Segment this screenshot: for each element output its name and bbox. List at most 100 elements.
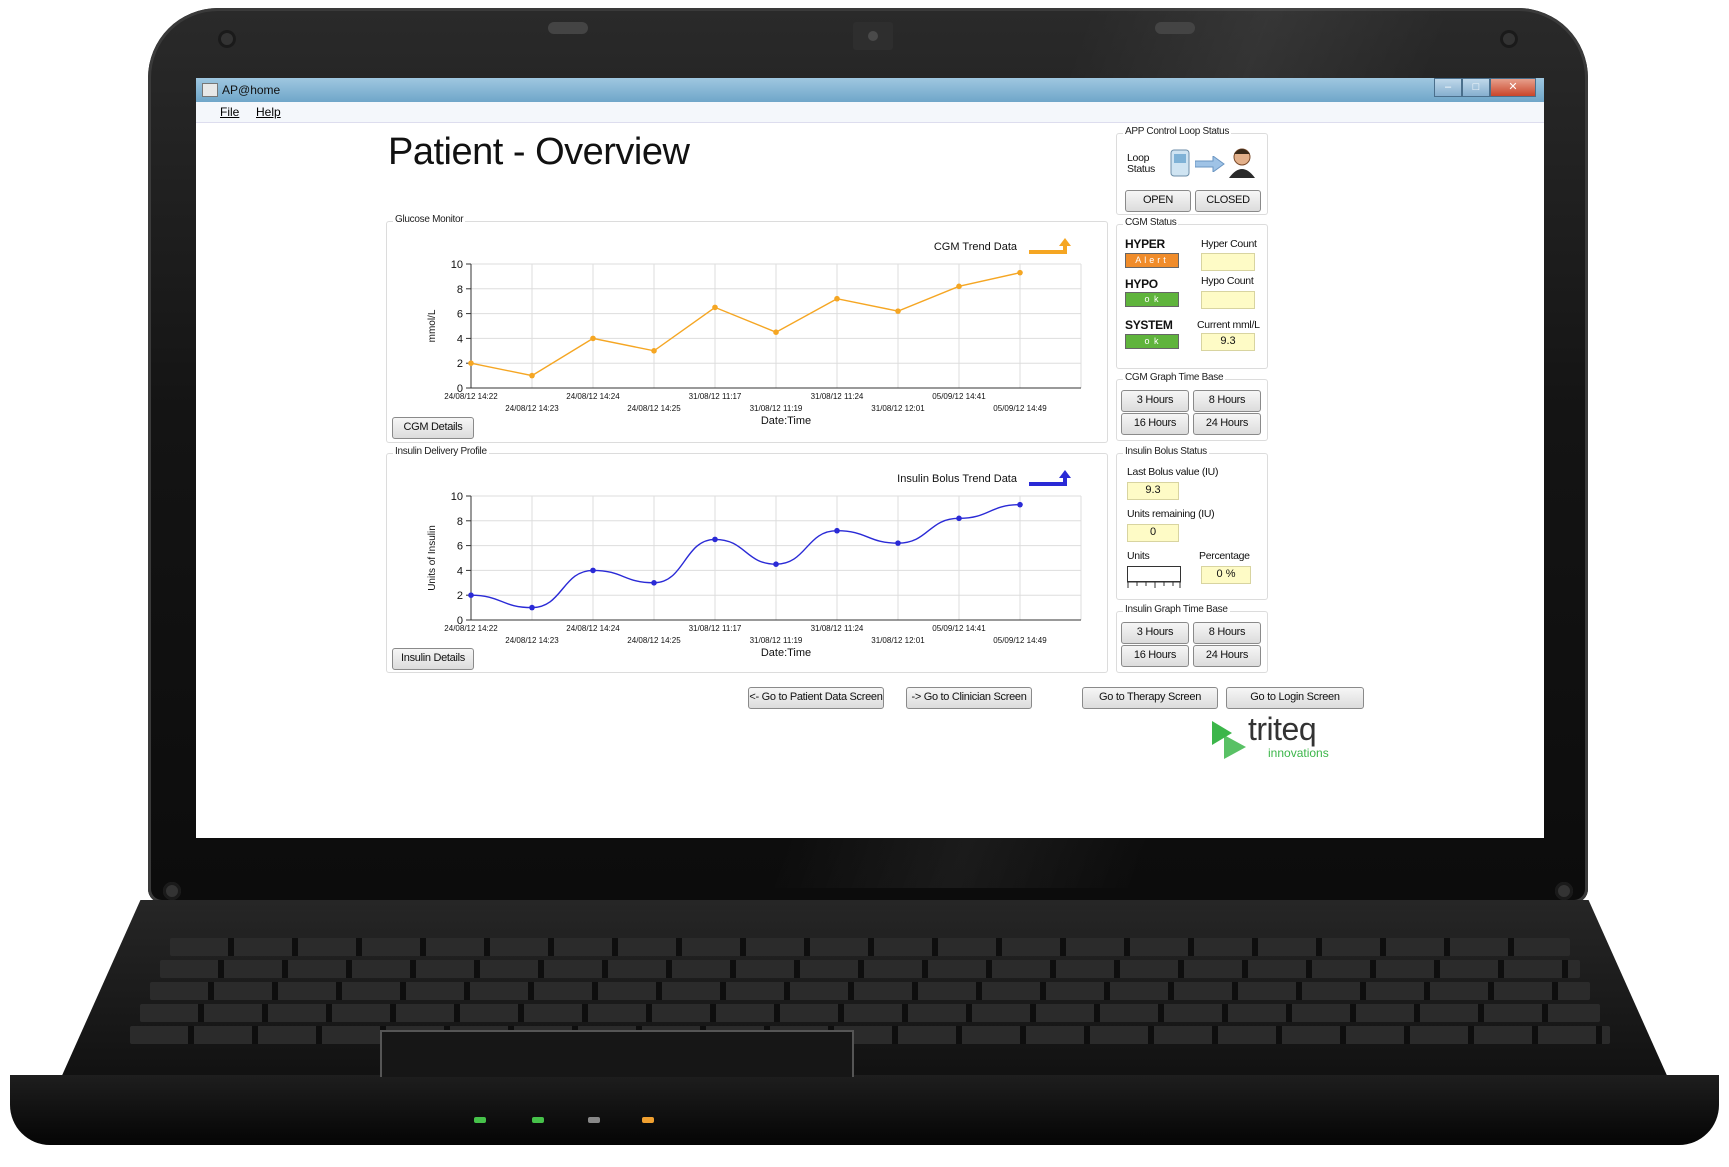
webcam-icon [853, 22, 893, 50]
insulin-details-button[interactable]: Insulin Details [392, 648, 474, 670]
data-point [590, 335, 596, 342]
loop-open-button[interactable]: OPEN [1125, 190, 1191, 212]
last-bolus-label: Last Bolus value (IU) [1127, 466, 1219, 478]
x-tick-label: 24/08/12 14:24 [566, 392, 620, 401]
hyper-count-label: Hyper Count [1201, 238, 1257, 250]
pump-icon [1170, 149, 1190, 177]
go-to-login-button[interactable]: Go to Login Screen [1226, 687, 1364, 709]
series-line [470, 503, 1021, 609]
cgm-3-hours-button[interactable]: 3 Hours [1121, 390, 1189, 412]
status-led-icon [532, 1117, 544, 1123]
system-status-badge: o k [1125, 334, 1179, 349]
units-scale [1127, 581, 1181, 588]
y-tick-label: 10 [451, 491, 463, 503]
close-icon[interactable]: ✕ [1490, 78, 1536, 97]
y-tick-label: 10 [451, 259, 463, 271]
y-axis-label: mmol/L [427, 309, 438, 342]
y-tick-label: 2 [457, 358, 463, 370]
minimize-icon[interactable]: – [1434, 78, 1462, 97]
data-point [956, 515, 962, 522]
loop-closed-button[interactable]: CLOSED [1195, 190, 1261, 212]
bezel-screw-left [218, 30, 236, 48]
legend-arrow-icon [1059, 470, 1071, 478]
chart-grid: 0246810 [451, 259, 1082, 395]
data-point [834, 527, 840, 534]
insulin-8-hours-button[interactable]: 8 Hours [1193, 622, 1261, 644]
loop-status-label: APP Control Loop Status [1123, 126, 1232, 137]
x-tick-label: 31/08/12 12:01 [871, 636, 925, 645]
glucose-monitor-label: Glucose Monitor [393, 214, 466, 225]
insulin-3-hours-button[interactable]: 3 Hours [1121, 622, 1189, 644]
legend-arrow-icon [1059, 238, 1071, 246]
go-to-therapy-button[interactable]: Go to Therapy Screen [1082, 687, 1218, 709]
loop-status-text-2: Status [1127, 163, 1155, 175]
data-point [712, 304, 718, 311]
data-point [773, 329, 779, 335]
window-controls: – □ ✕ [1434, 78, 1536, 97]
keyboard-row [150, 982, 1590, 1000]
triteq-logo-mark-icon [1212, 721, 1246, 759]
hypo-count-field [1201, 291, 1255, 309]
y-tick-label: 8 [457, 516, 463, 528]
go-to-clinician-button[interactable]: -> Go to Clinician Screen [906, 687, 1032, 709]
patient-avatar-icon [1229, 148, 1255, 178]
insulin-24-hours-button[interactable]: 24 Hours [1193, 645, 1261, 667]
cgm-8-hours-button[interactable]: 8 Hours [1193, 390, 1261, 412]
bezel-sensor-right [1155, 22, 1195, 34]
x-tick-label: 24/08/12 14:23 [505, 404, 559, 413]
percentage-field: 0 % [1201, 566, 1251, 584]
legend-label: CGM Trend Data [934, 241, 1018, 253]
insulin-bolus-label: Insulin Bolus Status [1123, 446, 1209, 457]
menu-file[interactable]: File [220, 105, 239, 119]
insulin-16-hours-button[interactable]: 16 Hours [1121, 645, 1189, 667]
chart-grid: 0246810 [451, 491, 1082, 627]
status-led-icon [588, 1117, 600, 1123]
data-point [834, 295, 840, 302]
cgm-16-hours-button[interactable]: 16 Hours [1121, 413, 1189, 435]
screen: AP@home – □ ✕ File Help Patient - Overvi… [196, 78, 1544, 838]
x-tick-label: 24/08/12 14:25 [627, 636, 681, 645]
legend-swatch [1029, 478, 1067, 486]
app-icon [202, 83, 218, 97]
cgm-time-base-label: CGM Graph Time Base [1123, 372, 1226, 383]
insulin-chart: 024681024/08/12 14:2224/08/12 14:2324/08… [427, 470, 1082, 659]
x-tick-label: 05/09/12 14:41 [932, 624, 986, 633]
data-point [468, 360, 474, 366]
x-tick-label: 05/09/12 14:49 [993, 404, 1047, 413]
hyper-label: HYPER [1125, 237, 1165, 251]
y-tick-label: 4 [457, 333, 463, 345]
hypo-count-label: Hypo Count [1201, 275, 1254, 287]
data-point [956, 283, 962, 290]
x-tick-label: 24/08/12 14:22 [444, 624, 498, 633]
window-title: AP@home [222, 83, 281, 97]
data-point [1017, 269, 1023, 276]
glucose-chart: 024681024/08/12 14:2224/08/12 14:2324/08… [427, 238, 1082, 427]
window-titlebar: AP@home – □ ✕ [196, 78, 1544, 102]
glucose-monitor-panel: Glucose Monitor 0 2 4 6 8 10 24/08/12 14:22 24/… [386, 214, 1108, 443]
x-tick-label: 31/08/12 11:17 [689, 392, 742, 401]
x-tick-label: 05/09/12 14:41 [932, 392, 986, 401]
cgm-24-hours-button[interactable]: 24 Hours [1193, 413, 1261, 435]
x-tick-label: 24/08/12 14:25 [627, 404, 681, 413]
maximize-icon[interactable]: □ [1462, 78, 1490, 97]
laptop-base [10, 880, 1719, 1150]
y-tick-label: 6 [457, 309, 463, 321]
data-point [651, 580, 657, 586]
cgm-status-panel: CGM Status HYPER Hyper Count Alert HYPO … [1116, 217, 1268, 369]
x-tick-label: 31/08/12 11:24 [811, 392, 864, 401]
insulin-time-base-label: Insulin Graph Time Base [1123, 604, 1230, 615]
x-tick-label: 31/08/12 11:19 [750, 404, 803, 413]
data-point [1017, 501, 1023, 508]
y-tick-label: 4 [457, 565, 463, 577]
triteq-logo-text: triteq [1248, 711, 1317, 747]
go-to-patient-data-button[interactable]: <- Go to Patient Data Screen [748, 687, 884, 709]
x-tick-label: 05/09/12 14:49 [993, 636, 1047, 645]
menu-help[interactable]: Help [256, 105, 281, 119]
cgm-details-button[interactable]: CGM Details [392, 417, 474, 439]
status-led-icon [642, 1117, 654, 1123]
x-axis-label: Date:Time [761, 647, 811, 659]
cgm-time-base-panel: CGM Graph Time Base 3 Hours 8 Hours 16 H… [1116, 372, 1268, 441]
data-point [468, 592, 474, 598]
legend-swatch [1029, 246, 1067, 254]
data-point [590, 567, 596, 574]
